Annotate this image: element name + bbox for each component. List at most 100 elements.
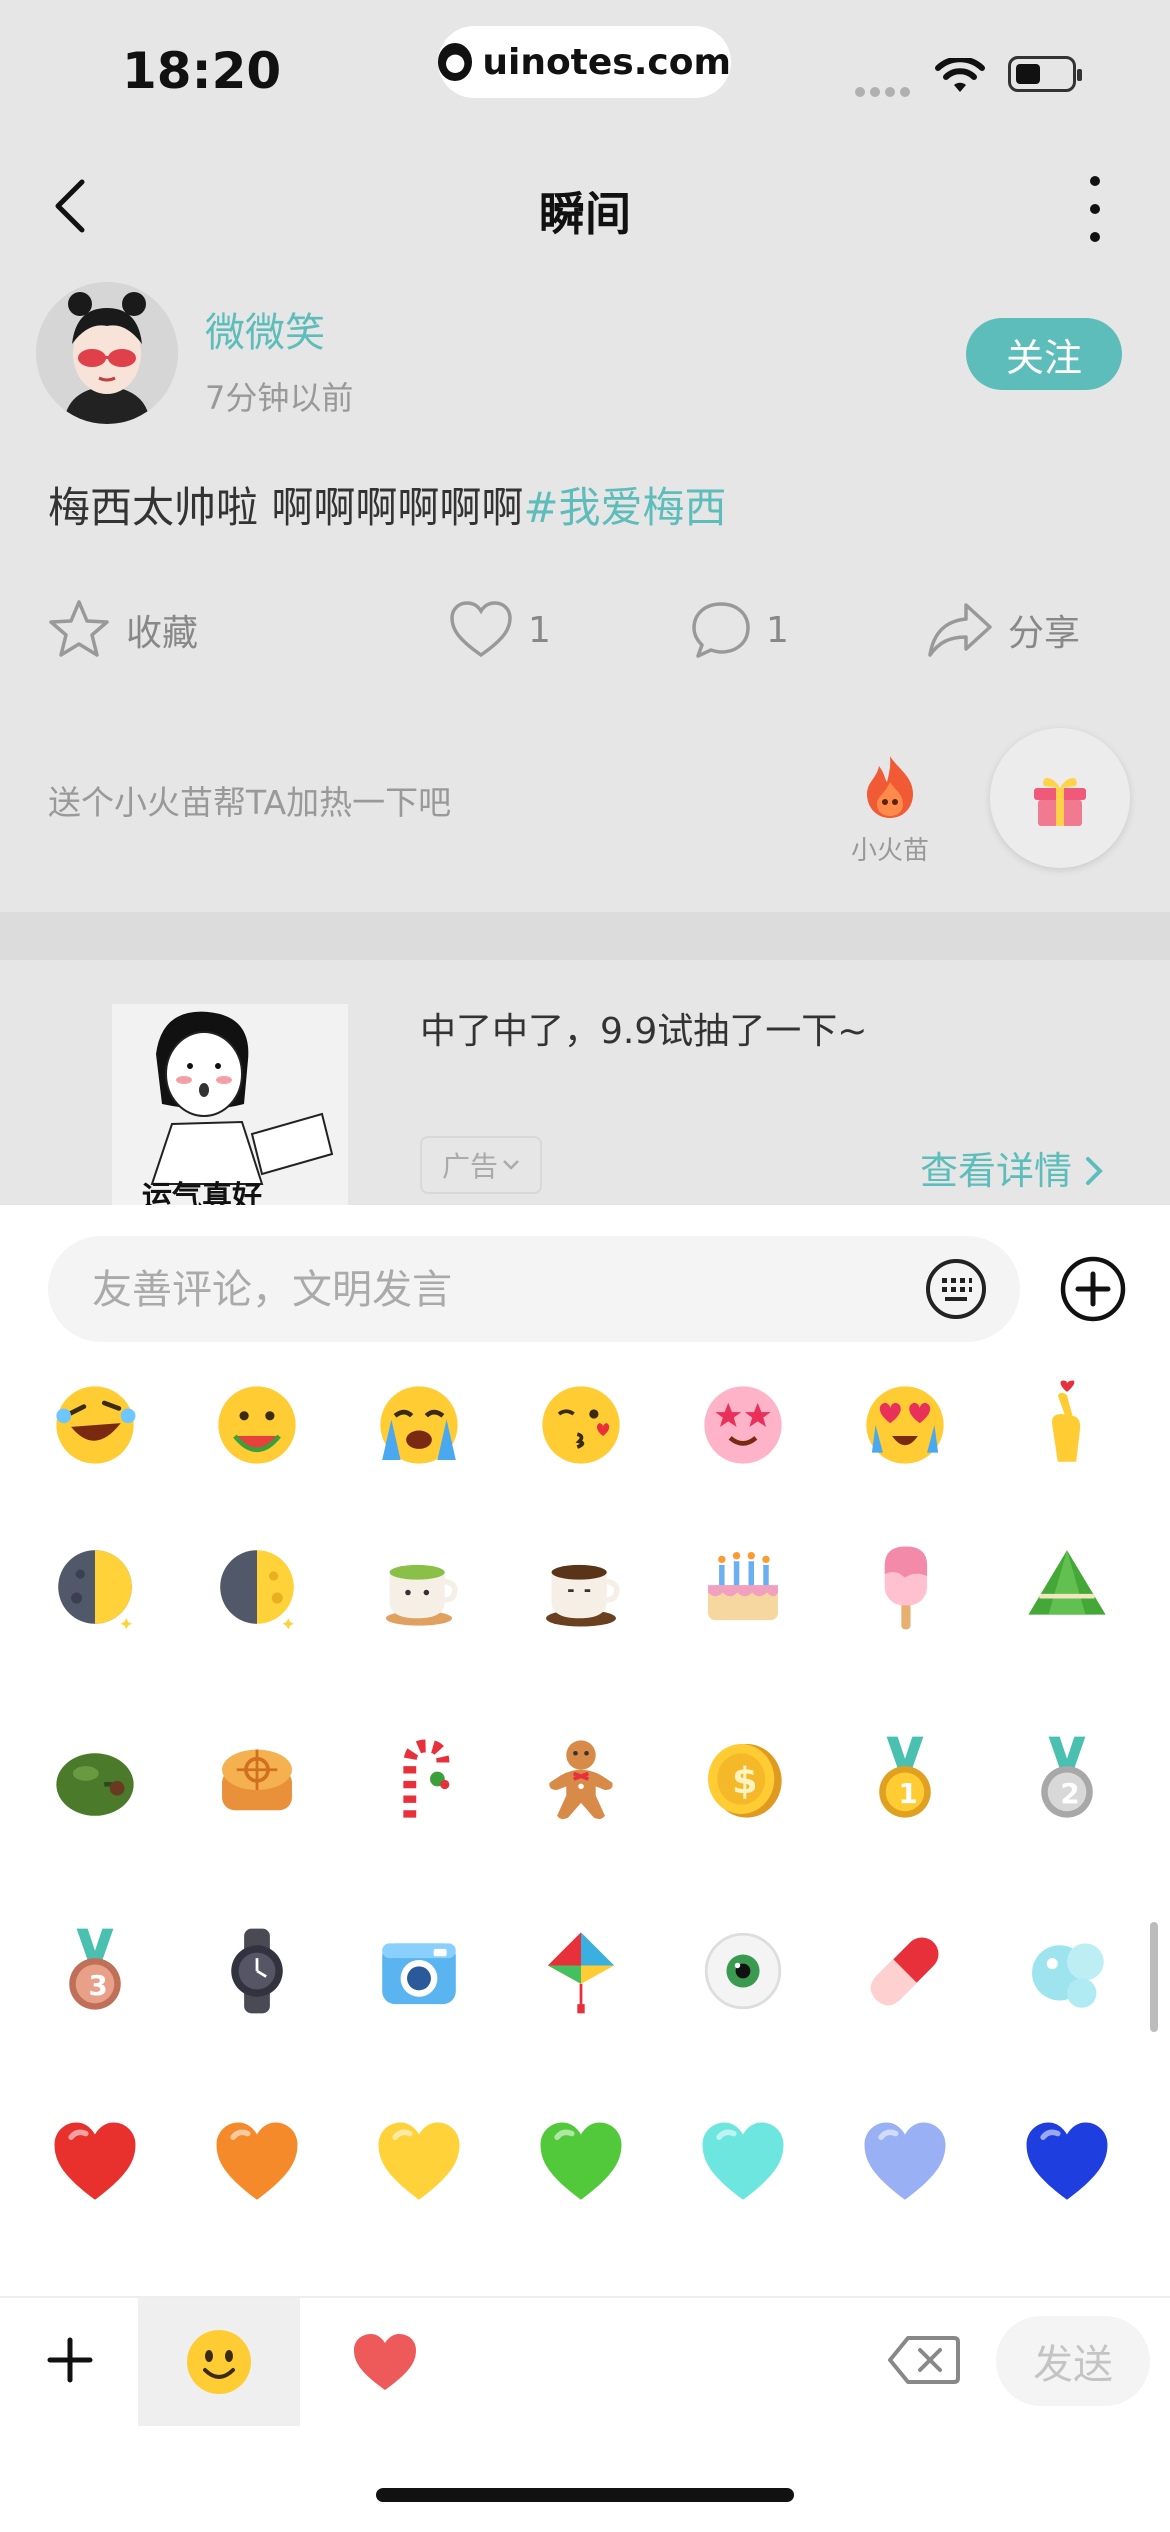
emoji-row bbox=[0, 1370, 1170, 1490]
emoji-green-heart-icon[interactable] bbox=[526, 2108, 636, 2218]
comment-count: 1 bbox=[766, 609, 789, 651]
emoji-coffee-cup-icon[interactable] bbox=[526, 1532, 636, 1642]
emoji-last-quarter-moon-icon[interactable] bbox=[202, 1532, 312, 1642]
ad-badge-label: 广告 bbox=[441, 1150, 498, 1183]
emoji-eyeball-icon[interactable] bbox=[688, 1916, 798, 2026]
share-label: 分享 bbox=[1008, 613, 1081, 654]
emoji-bubbles-icon[interactable] bbox=[1012, 1916, 1122, 2026]
status-time: 18:20 bbox=[122, 42, 282, 100]
emoji-row bbox=[0, 1532, 1170, 1652]
section-divider bbox=[0, 912, 1170, 960]
ad-image[interactable]: 运气真好 bbox=[112, 1004, 348, 1205]
hashtag-link[interactable]: #我爱梅西 bbox=[523, 483, 726, 532]
ad-title[interactable]: 中了中了，9.9试抽了一下~ bbox=[420, 1002, 867, 1054]
emoji-pill-icon[interactable] bbox=[850, 1916, 960, 2026]
svg-text:2: 2 bbox=[1061, 1777, 1080, 1810]
comment-input[interactable] bbox=[90, 1236, 874, 1344]
emoji-mooncake-icon[interactable] bbox=[202, 1724, 312, 1834]
comment-input-bar bbox=[48, 1236, 1020, 1344]
username[interactable]: 微微笑 bbox=[205, 300, 325, 358]
comment-button[interactable]: 1 bbox=[690, 595, 789, 665]
emoji-loudly-crying-icon[interactable] bbox=[364, 1370, 474, 1480]
share-arrow-icon bbox=[928, 603, 992, 657]
emoji-yellow-heart-icon[interactable] bbox=[364, 2108, 474, 2218]
emoji-gold-coin-icon[interactable]: $ bbox=[688, 1724, 798, 1834]
post-time: 7分钟以前 bbox=[205, 379, 354, 417]
chevron-down-icon bbox=[503, 1160, 519, 1170]
wifi-icon bbox=[935, 58, 985, 92]
emoji-blue-heart-icon[interactable] bbox=[1012, 2108, 1122, 2218]
emoji-zongzi-icon[interactable] bbox=[1012, 1532, 1122, 1642]
emoji-green-dumpling-icon[interactable] bbox=[40, 1724, 150, 1834]
gift-button[interactable] bbox=[990, 728, 1130, 868]
ad-badge[interactable]: 广告 bbox=[420, 1136, 542, 1194]
emoji-row bbox=[0, 2108, 1170, 2228]
svg-text:1: 1 bbox=[899, 1777, 918, 1810]
emoji-kissing-heart-icon[interactable] bbox=[526, 1370, 636, 1480]
emoji-wrist-watch-icon[interactable] bbox=[202, 1916, 312, 2026]
heart-icon bbox=[354, 2334, 416, 2390]
emoji-row: 3 bbox=[0, 1916, 1170, 2036]
favorite-label: 收藏 bbox=[126, 613, 199, 654]
emoji-red-heart-icon[interactable] bbox=[40, 2108, 150, 2218]
like-count: 1 bbox=[528, 609, 551, 651]
comment-bubble-icon bbox=[692, 602, 750, 658]
tab-heart-stickers[interactable] bbox=[320, 2298, 450, 2426]
cellular-signal-icon bbox=[855, 82, 915, 101]
emoji-popsicle-icon[interactable] bbox=[850, 1532, 960, 1642]
fire-sprout-label: 小火苗 bbox=[850, 836, 929, 866]
backspace-button[interactable] bbox=[884, 2330, 964, 2390]
emoji-matcha-tea-icon[interactable] bbox=[364, 1532, 474, 1642]
scrollbar[interactable] bbox=[1150, 1922, 1158, 2032]
gift-icon bbox=[1034, 778, 1086, 826]
emoji-rolling-laughing-icon[interactable] bbox=[40, 1370, 150, 1480]
svg-text:$: $ bbox=[732, 1760, 758, 1803]
emoji-heart-eyes-crying-icon[interactable] bbox=[850, 1370, 960, 1480]
emoji-finger-heart-icon[interactable] bbox=[1012, 1370, 1122, 1480]
smiley-icon bbox=[187, 2330, 251, 2394]
site-logo-icon: ● bbox=[438, 43, 473, 81]
svg-text:3: 3 bbox=[89, 1969, 108, 2002]
plus-icon[interactable] bbox=[40, 2330, 100, 2390]
avatar[interactable] bbox=[36, 282, 178, 424]
status-bar: 18:20 ● uinotes.com bbox=[0, 0, 1170, 140]
boost-prompt: 送个小火苗帮TA加热一下吧 bbox=[48, 783, 452, 822]
emoji-cyan-heart-icon[interactable] bbox=[688, 2108, 798, 2218]
tab-emoji[interactable] bbox=[138, 2298, 300, 2426]
ad-detail-link[interactable]: 查看详情 bbox=[920, 1140, 1106, 1195]
heart-outline-icon bbox=[450, 601, 512, 658]
favorite-button[interactable]: 收藏 bbox=[46, 595, 198, 665]
share-button[interactable]: 分享 bbox=[926, 595, 1080, 665]
emoji-first-quarter-moon-icon[interactable] bbox=[40, 1532, 150, 1642]
page-title: 瞬间 bbox=[539, 187, 631, 241]
post-text: 梅西太帅啦 啊啊啊啊啊啊#我爱梅西 bbox=[48, 474, 727, 535]
send-button[interactable]: 发送 bbox=[996, 2316, 1150, 2406]
emoji-silver-medal-icon[interactable]: 2 bbox=[1012, 1724, 1122, 1834]
emoji-gingerbread-man-icon[interactable] bbox=[526, 1724, 636, 1834]
star-icon bbox=[49, 600, 109, 657]
emoji-grid: $1 2 3 bbox=[0, 1370, 1170, 2295]
emoji-birthday-cake-icon[interactable] bbox=[688, 1532, 798, 1642]
url-text: uinotes.com bbox=[482, 41, 731, 83]
emoji-gold-medal-icon[interactable]: 1 bbox=[850, 1724, 960, 1834]
emoji-instant-camera-icon[interactable] bbox=[364, 1916, 474, 2026]
chevron-right-icon bbox=[1086, 1157, 1103, 1185]
ad-detail-label: 查看详情 bbox=[920, 1149, 1073, 1193]
post-body: 梅西太帅啦 啊啊啊啊啊啊 bbox=[48, 483, 524, 532]
emoji-light-blue-heart-icon[interactable] bbox=[850, 2108, 960, 2218]
fire-sprout-button[interactable]: 小火苗 bbox=[838, 752, 942, 867]
home-indicator bbox=[376, 2488, 794, 2502]
fire-sprout-icon bbox=[867, 756, 913, 818]
add-attachment-button[interactable] bbox=[1060, 1256, 1126, 1322]
emoji-candy-cane-icon[interactable] bbox=[364, 1724, 474, 1834]
more-options-button[interactable] bbox=[1080, 176, 1110, 242]
emoji-orange-heart-icon[interactable] bbox=[202, 2108, 312, 2218]
follow-button[interactable]: 关注 bbox=[966, 318, 1122, 390]
emoji-eating-watermelon-icon[interactable] bbox=[202, 1370, 312, 1480]
like-button[interactable]: 1 bbox=[448, 595, 551, 665]
keyboard-toggle-icon[interactable] bbox=[925, 1258, 987, 1320]
battery-icon bbox=[1008, 56, 1082, 92]
emoji-kite-icon[interactable] bbox=[526, 1916, 636, 2026]
emoji-star-struck-icon[interactable] bbox=[688, 1370, 798, 1480]
emoji-bronze-medal-icon[interactable]: 3 bbox=[40, 1916, 150, 2026]
